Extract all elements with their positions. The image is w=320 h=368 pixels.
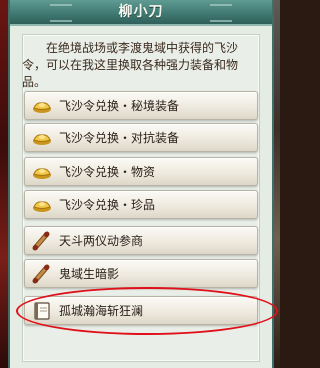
title-bar: 柳小刀 bbox=[10, 0, 272, 26]
option-label: 飞沙令兑换・秘境装备 bbox=[59, 99, 180, 113]
scroll-icon bbox=[32, 231, 50, 251]
option-label: 孤城瀚海斩狂澜 bbox=[59, 304, 144, 318]
option-label: 飞沙令兑换・珍品 bbox=[59, 198, 156, 212]
option-label: 飞沙令兑换・对抗装备 bbox=[59, 131, 180, 145]
gold-ingot-icon bbox=[33, 102, 51, 113]
gold-ingot-icon bbox=[33, 168, 51, 179]
gold-ingot-icon bbox=[33, 201, 51, 212]
gold-ingot-icon bbox=[33, 134, 51, 145]
option-exchange-supplies[interactable]: 飞沙令兑换・物资 bbox=[24, 157, 258, 186]
option-label: 鬼域生暗影 bbox=[59, 267, 120, 281]
book-icon bbox=[34, 302, 50, 320]
option-exchange-secret-realm-gear[interactable]: 飞沙令兑换・秘境装备 bbox=[24, 91, 258, 120]
title-ornament-left-icon bbox=[50, 4, 72, 22]
option-quest-gucheng[interactable]: 孤城瀚海斩狂澜 bbox=[24, 296, 258, 325]
option-exchange-treasures[interactable]: 飞沙令兑换・珍品 bbox=[24, 190, 258, 219]
npc-name-title: 柳小刀 bbox=[118, 4, 164, 20]
option-quest-guiyu[interactable]: 鬼域生暗影 bbox=[24, 259, 258, 288]
dialog-description: 在绝境战场或李渡鬼域中获得的飞沙令，可以在我这里换取各种强力装备和物品。 bbox=[22, 41, 239, 89]
option-label: 飞沙令兑换・物资 bbox=[59, 165, 156, 179]
option-label: 天斗两仪动参商 bbox=[59, 234, 144, 248]
option-quest-tiandou[interactable]: 天斗两仪动参商 bbox=[24, 226, 258, 255]
option-exchange-pvp-gear[interactable]: 飞沙令兑换・对抗装备 bbox=[24, 123, 258, 152]
title-ornament-right-icon bbox=[210, 4, 232, 22]
scroll-icon bbox=[32, 264, 50, 284]
